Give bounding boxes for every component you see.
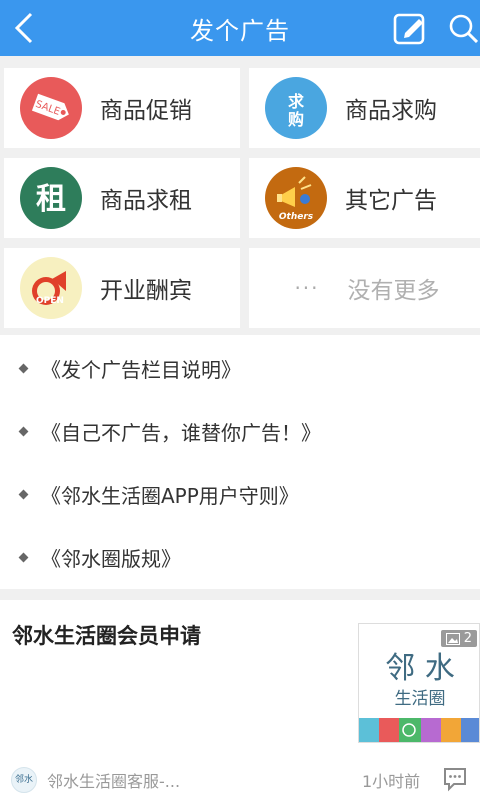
- category-label: 没有更多: [347, 278, 440, 304]
- diamond-bullet-icon: [18, 489, 29, 499]
- svg-text:生活圈: 生活圈: [395, 689, 446, 709]
- category-rent[interactable]: 租 商品求租: [4, 158, 240, 238]
- page-title: 发个广告: [190, 16, 290, 45]
- svg-text:求: 求: [288, 92, 305, 111]
- chevron-left-icon: [14, 12, 33, 44]
- svg-text:OPEN: OPEN: [36, 296, 64, 306]
- list-item[interactable]: 《邻水圈版规》: [0, 526, 480, 588]
- svg-text:购: 购: [288, 110, 304, 129]
- author-name[interactable]: 邻水生活圈客服-...: [47, 768, 180, 792]
- zu-icon: 租: [20, 167, 82, 229]
- svg-text:Others: Others: [279, 212, 314, 222]
- list-item[interactable]: 《邻水生活圈APP用户守则》: [0, 463, 480, 525]
- diamond-bullet-icon: [18, 426, 29, 436]
- category-label: 开业酬宾: [100, 278, 192, 304]
- category-label: 商品求租: [100, 188, 192, 214]
- category-other[interactable]: Others 其它广告: [249, 158, 480, 238]
- list-item[interactable]: 《发个广告栏目说明》: [0, 337, 480, 399]
- post-thumbnail[interactable]: 邻 水 生活圈 2: [358, 623, 480, 743]
- category-label: 商品促销: [100, 98, 192, 124]
- back-button[interactable]: [6, 8, 42, 48]
- edit-icon: [393, 13, 425, 45]
- category-wanted[interactable]: 求 购 商品求购: [249, 68, 480, 148]
- category-no-more: ··· 没有更多: [249, 248, 480, 328]
- category-label: 其它广告: [345, 188, 437, 214]
- list-item[interactable]: 《自己不广告，谁替你广告！》: [0, 400, 480, 462]
- post-title[interactable]: 邻水生活圈会员申请: [12, 620, 201, 650]
- diamond-bullet-icon: [18, 363, 29, 373]
- avatar[interactable]: 邻水: [11, 767, 37, 793]
- megaphone-others-icon: Others: [265, 167, 327, 229]
- category-promotion[interactable]: SALE 商品促销: [4, 68, 240, 148]
- image-icon: [445, 632, 460, 645]
- svg-text:租: 租: [36, 182, 66, 217]
- open-megaphone-icon: OPEN: [20, 257, 82, 319]
- svg-text:邻 水: 邻 水: [385, 651, 455, 686]
- post-time: 1小时前: [362, 772, 421, 791]
- post-card[interactable]: 邻水生活圈会员申请 邻 水 生活圈 2 邻水 邻水生活圈客服-... 1小时前: [0, 600, 480, 800]
- compose-button[interactable]: [390, 8, 430, 48]
- comment-icon[interactable]: [442, 766, 468, 792]
- category-label: 商品求购: [345, 98, 437, 124]
- qiugou-icon: 求 购: [265, 77, 327, 139]
- category-opening[interactable]: OPEN 开业酬宾: [4, 248, 240, 328]
- image-count-badge: 2: [440, 630, 477, 647]
- search-icon: [449, 14, 478, 43]
- more-dots-icon: ···: [294, 276, 320, 300]
- post-footer: 邻水 邻水生活圈客服-... 1小时前: [0, 760, 480, 800]
- notice-links: 《发个广告栏目说明》 《自己不广告，谁替你广告！》 《邻水生活圈APP用户守则》…: [0, 335, 480, 589]
- diamond-bullet-icon: [18, 552, 29, 562]
- search-button[interactable]: [446, 8, 480, 48]
- top-bar: 发个广告: [0, 0, 480, 56]
- sale-tag-icon: SALE: [20, 77, 82, 139]
